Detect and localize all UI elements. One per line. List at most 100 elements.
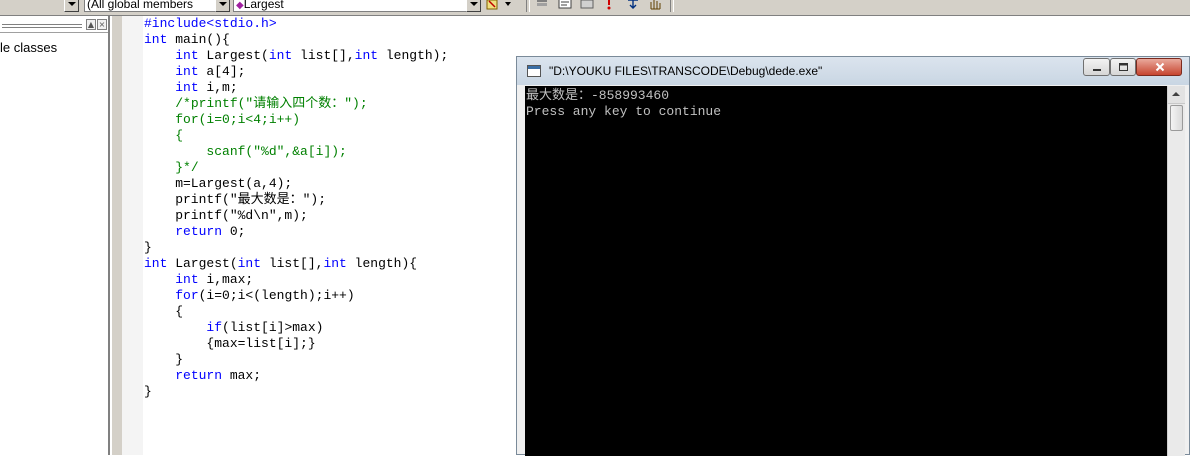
code-line[interactable]: } [144, 384, 448, 400]
code-line[interactable]: {max=list[i];} [144, 336, 448, 352]
build-icon[interactable] [580, 0, 594, 10]
class-combo-dropdown-button[interactable] [64, 0, 79, 12]
code-line[interactable]: for(i=0;i<4;i++) [144, 112, 448, 128]
code-comment: { [175, 128, 184, 143]
maximize-icon [1119, 63, 1128, 71]
classview-tree-item[interactable]: le classes [0, 40, 57, 55]
code-keyword: if [206, 320, 223, 335]
classview-gripper[interactable] [2, 24, 82, 28]
wizard-dropdown-icon[interactable] [503, 0, 513, 10]
code-keyword: int [354, 48, 379, 63]
code-line[interactable]: printf("%d\n",m); [144, 208, 448, 224]
code-keyword: return [175, 224, 223, 239]
code-keyword: int [175, 48, 199, 63]
pane-splitter[interactable] [112, 16, 122, 455]
minimize-icon [1093, 69, 1101, 71]
console-output-line: Press any key to continue [526, 104, 722, 119]
console-title: "D:\YOUKU FILES\TRANSCODE\Debug\dede.exe… [549, 64, 823, 78]
code-keyword: int [175, 272, 199, 287]
code-line[interactable]: printf("最大数是："); [144, 192, 448, 208]
classview-pane: ▲ × le classes [0, 16, 110, 455]
code-comment: scanf("%d",&a[i]); [206, 144, 347, 159]
code-token: length){ [346, 256, 418, 271]
execute-icon[interactable] [604, 0, 614, 10]
code-token: length); [378, 48, 449, 63]
code-line[interactable]: scanf("%d",&a[i]); [144, 144, 448, 160]
code-token: a[4]; [198, 64, 246, 79]
code-token: } [144, 384, 152, 399]
code-line[interactable]: int a[4]; [144, 64, 448, 80]
classview-close-button[interactable]: × [97, 19, 107, 30]
code-token: } [144, 352, 184, 367]
scroll-up-arrow-icon [1172, 92, 1180, 96]
minimize-button[interactable] [1083, 58, 1110, 76]
toolbar: (All global members ◆Largest [0, 0, 1190, 16]
code-token: Largest( [167, 256, 238, 271]
code-token: { [144, 304, 184, 319]
breakpoint-hand-icon[interactable] [648, 0, 662, 10]
function-combo-label: Largest [243, 0, 284, 11]
close-icon [1155, 62, 1165, 72]
code-line[interactable]: #include<stdio.h> [144, 16, 448, 32]
code-comment: /*printf("请输入四个数："); [175, 96, 368, 111]
code-line[interactable]: for(i=0;i<(length);i++) [144, 288, 448, 304]
compile-icon[interactable] [558, 0, 572, 10]
console-window[interactable]: "D:\YOUKU FILES\TRANSCODE\Debug\dede.exe… [516, 56, 1190, 456]
code-keyword: int [237, 256, 262, 271]
code-token: } [144, 240, 152, 255]
console-titlebar[interactable]: "D:\YOUKU FILES\TRANSCODE\Debug\dede.exe… [517, 57, 1189, 85]
scope-combo[interactable]: (All global members [84, 0, 216, 12]
console-vertical-scrollbar[interactable] [1167, 86, 1185, 456]
code-keyword: int [175, 80, 199, 95]
console-output[interactable]: 最大数是：-858993460 Press any key to continu… [525, 86, 1167, 456]
code-line[interactable]: return 0; [144, 224, 448, 240]
code-line[interactable]: int i,m; [144, 80, 448, 96]
console-app-icon[interactable] [527, 65, 541, 77]
code-line[interactable]: int i,max; [144, 272, 448, 288]
build-stack-icon[interactable] [535, 0, 549, 10]
classview-restore-button[interactable]: ▲ [86, 19, 96, 30]
code-line[interactable]: { [144, 128, 448, 144]
toolbar-separator [526, 0, 530, 12]
code-line[interactable]: } [144, 352, 448, 368]
toolbar-separator [670, 0, 674, 12]
code-line[interactable]: m=Largest(a,4); [144, 176, 448, 192]
code-keyword: int [144, 32, 168, 47]
code-token: 0; [222, 224, 246, 239]
code-token: m=Largest(a,4); [144, 176, 293, 191]
code-line[interactable]: int Largest(int list[],int length); [144, 48, 448, 64]
code-line[interactable]: }*/ [144, 160, 448, 176]
step-into-icon[interactable] [626, 0, 640, 10]
code-token: list[], [292, 48, 355, 63]
editor-selection-margin[interactable] [122, 16, 143, 455]
code-line[interactable]: return max; [144, 368, 448, 384]
code-line[interactable]: { [144, 304, 448, 320]
code-token: main(){ [167, 32, 230, 47]
function-combo[interactable]: ◆Largest [233, 0, 467, 12]
source-code[interactable]: #include<stdio.h> int main(){ int Largest… [144, 16, 448, 400]
maximize-button[interactable] [1110, 58, 1136, 76]
code-keyword: for [175, 288, 199, 303]
code-line[interactable]: } [144, 240, 448, 256]
code-line[interactable]: /*printf("请输入四个数："); [144, 96, 448, 112]
code-keyword: int [268, 48, 293, 63]
scope-combo-dropdown-button[interactable] [215, 0, 230, 12]
code-line[interactable]: if(list[i]>max) [144, 320, 448, 336]
scroll-thumb[interactable] [1170, 105, 1183, 131]
code-line[interactable]: int main(){ [144, 32, 448, 48]
code-token: max; [222, 368, 262, 383]
code-line[interactable]: int Largest(int list[],int length){ [144, 256, 448, 272]
scroll-up-button[interactable] [1168, 86, 1185, 104]
function-combo-dropdown-button[interactable] [466, 0, 481, 12]
wizard-action-icon[interactable] [486, 0, 500, 10]
close-button[interactable] [1136, 58, 1182, 76]
code-token: (i=0;i<(length);i++) [198, 288, 355, 303]
